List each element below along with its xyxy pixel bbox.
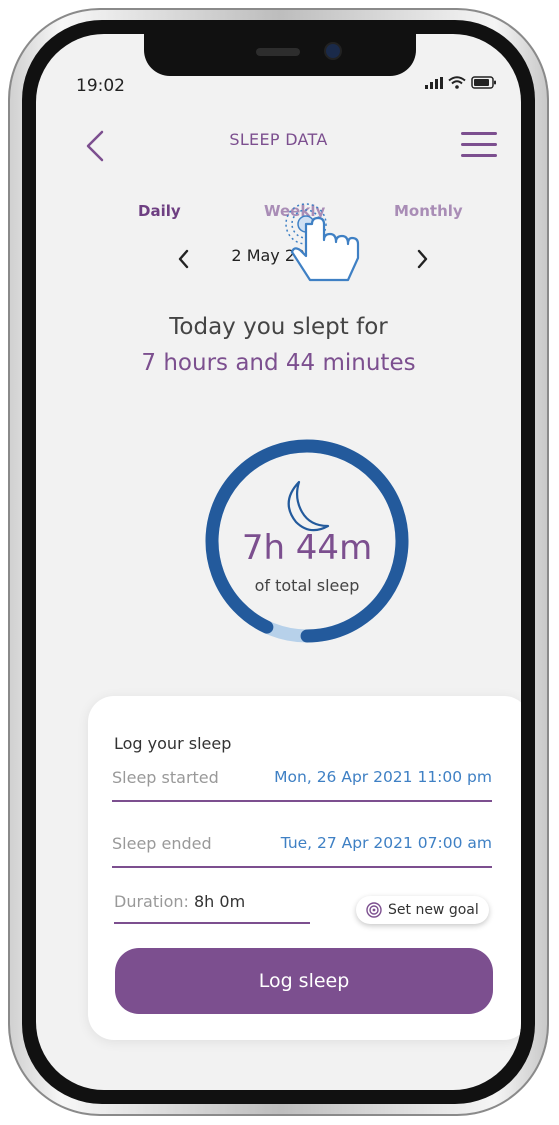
target-icon	[366, 902, 382, 918]
log-sleep-button[interactable]: Log sleep	[115, 948, 493, 1014]
set-new-goal-button[interactable]: Set new goal	[356, 896, 489, 924]
duration-underline	[114, 922, 310, 924]
wifi-icon	[448, 76, 466, 89]
battery-icon	[471, 76, 496, 89]
page-title: SLEEP DATA	[229, 130, 328, 149]
moon-icon	[287, 480, 330, 532]
set-new-goal-label: Set new goal	[388, 902, 479, 918]
sleep-ended-label: Sleep ended	[112, 834, 212, 853]
ring-label: of total sleep	[254, 576, 360, 595]
duration-value: 8h 0m	[193, 892, 246, 911]
sleep-started-label: Sleep started	[112, 768, 219, 787]
sleep-started-underline	[112, 800, 492, 802]
speaker	[256, 48, 300, 56]
app-screen: 19:02 SLEEP DATA Daily Weekly Monthly 2 …	[36, 34, 521, 1090]
tab-daily[interactable]: Daily	[138, 202, 181, 220]
signal-icon	[425, 76, 443, 89]
pointer-hand-icon	[285, 203, 360, 282]
card-title: Log your sleep	[114, 734, 232, 753]
tab-monthly[interactable]: Monthly	[394, 202, 463, 220]
menu-icon[interactable]	[461, 130, 497, 160]
sleep-ended-underline	[112, 866, 492, 868]
sleep-ended-value[interactable]: Tue, 27 Apr 2021 07:00 am	[281, 834, 492, 852]
duration-field: Duration: 8h 0m	[114, 892, 245, 911]
sleep-summary-heading: Today you slept for	[169, 314, 388, 340]
duration-label: Duration:	[114, 892, 189, 911]
chevron-right-icon[interactable]	[412, 246, 432, 272]
sleep-summary-duration: 7 hours and 44 minutes	[141, 350, 416, 376]
sleep-started-value[interactable]: Mon, 26 Apr 2021 11:00 pm	[274, 768, 492, 786]
ring-value: 7h 44m	[241, 528, 373, 568]
phone-frame: 19:02 SLEEP DATA Daily Weekly Monthly 2 …	[8, 8, 549, 1116]
phone-bezel: 19:02 SLEEP DATA Daily Weekly Monthly 2 …	[22, 20, 535, 1104]
front-camera	[326, 44, 340, 58]
status-time: 19:02	[76, 76, 125, 96]
log-sleep-card: Log your sleep Sleep started Mon, 26 Apr…	[88, 696, 521, 1040]
status-icons	[425, 76, 497, 89]
notch	[144, 34, 416, 76]
